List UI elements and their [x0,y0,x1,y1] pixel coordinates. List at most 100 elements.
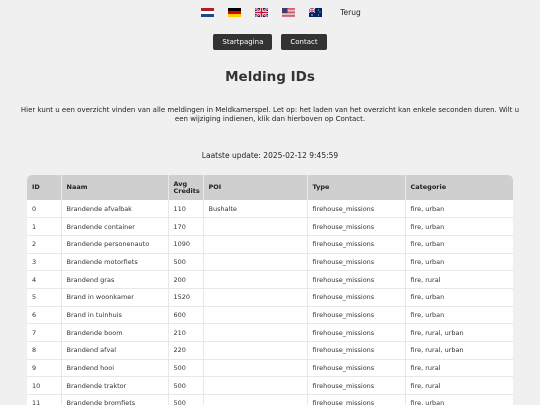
cell-name: Brandende bromfiets [61,394,169,405]
cell-type: firehouse_missions [307,306,406,325]
cell-name: Brand in tuinhuis [61,306,169,325]
cell-id: 1 [27,217,62,236]
cell-category: fire, urban [405,235,513,254]
us-flag-icon[interactable] [282,8,296,17]
cell-avg-credits: 1520 [168,288,204,307]
intro-text: Hier kunt u een overzicht vinden van all… [20,106,520,123]
cell-id: 5 [27,288,62,307]
cell-type: firehouse_missions [307,376,406,396]
cell-category: fire, rural, urban [405,341,513,360]
cell-name: Brandend afval [61,341,169,360]
cell-poi [203,394,308,405]
home-button[interactable]: Startpagina [213,34,273,50]
cell-avg-credits: 600 [168,306,204,325]
header-name[interactable]: Naam [61,175,169,200]
nl-flag-icon[interactable] [201,8,215,17]
cell-type: firehouse_missions [307,235,406,254]
missions-table-wrapper: ID Naam Avg Credits POI Type Categorie 0… [27,175,513,405]
cell-avg-credits: 170 [168,217,204,236]
cell-type: firehouse_missions [307,323,406,342]
de-flag-icon[interactable] [228,8,242,17]
back-link[interactable]: Terug [340,8,361,17]
cell-poi [203,341,308,360]
cell-poi [203,217,308,236]
header-category[interactable]: Categorie [405,175,513,200]
last-update-text: Laatste update: 2025-02-12 9:45:59 [201,151,339,160]
cell-id: 0 [27,200,62,219]
cell-type: firehouse_missions [307,394,406,405]
cell-poi [203,235,308,254]
cell-id: 6 [27,306,62,325]
table-body: 0 Brandende afvalbak 110 Bushalte firehouse_… [27,200,513,405]
table-row: 2 Brandende personenauto 1090 firehouse_mis… [27,235,513,254]
table-row: 7 Brandende boom 210 firehouse_missions fire… [27,323,513,342]
cell-type: firehouse_missions [307,253,406,272]
cell-type: firehouse_missions [307,341,406,360]
table-row: 4 Brandend gras 200 firehouse_missions fire,… [27,270,513,289]
cell-name: Brandende traktor [61,376,169,396]
cell-id: 8 [27,341,62,360]
page-title: Melding IDs [225,69,315,85]
header-id[interactable]: ID [27,175,62,200]
cell-avg-credits: 210 [168,323,204,342]
table-row: 0 Brandende afvalbak 110 Bushalte firehouse_… [27,200,513,219]
cell-category: fire, rural [405,270,513,289]
cell-poi [203,359,308,378]
cell-poi [203,270,308,289]
language-bar: Terug [0,8,540,17]
cell-poi [203,323,308,342]
cell-avg-credits: 200 [168,270,204,289]
cell-avg-credits: 220 [168,341,204,360]
cell-type: firehouse_missions [307,359,406,378]
cell-name: Brandend gras [61,270,169,289]
cell-id: 9 [27,359,62,378]
cell-type: firehouse_missions [307,200,406,219]
cell-id: 7 [27,323,62,342]
cell-category: fire, urban [405,306,513,325]
cell-name: Brandende container [61,217,169,236]
cell-avg-credits: 500 [168,394,204,405]
header-poi[interactable]: POI [203,175,308,200]
cell-avg-credits: 500 [168,376,204,396]
cell-id: 10 [27,376,62,396]
cell-type: firehouse_missions [307,217,406,236]
cell-poi [203,288,308,307]
table-row: 1 Brandende container 170 firehouse_mission… [27,217,513,236]
table-row: 3 Brandende motorfiets 500 firehouse_missio… [27,253,513,272]
cell-avg-credits: 1090 [168,235,204,254]
cell-poi: Bushalte [203,200,308,219]
cell-type: firehouse_missions [307,270,406,289]
cell-category: fire, rural [405,376,513,396]
cell-name: Brandend hooi [61,359,169,378]
missions-table: ID Naam Avg Credits POI Type Categorie 0… [27,175,513,405]
cell-avg-credits: 110 [168,200,204,219]
cell-id: 3 [27,253,62,272]
cell-category: fire, urban [405,253,513,272]
cell-avg-credits: 500 [168,253,204,272]
table-row: 6 Brand in tuinhuis 600 firehouse_missions f… [27,306,513,325]
table-row: 11 Brandende bromfiets 500 firehouse_missio… [27,394,513,405]
cell-id: 2 [27,235,62,254]
table-row: 9 Brandend hooi 500 firehouse_missions fire,… [27,359,513,378]
cell-name: Brandende boom [61,323,169,342]
table-row: 10 Brandende traktor 500 firehouse_missions… [27,376,513,396]
cell-category: fire, rural, urban [405,323,513,342]
au-flag-icon[interactable] [309,8,323,17]
table-header-row: ID Naam Avg Credits POI Type Categorie [27,175,513,200]
cell-name: Brandende personenauto [61,235,169,254]
cell-name: Brandende motorfiets [61,253,169,272]
table-row: 5 Brand in woonkamer 1520 firehouse_mission… [27,288,513,307]
contact-button[interactable]: Contact [281,34,327,50]
cell-poi [203,253,308,272]
cell-avg-credits: 500 [168,359,204,378]
cell-poi [203,376,308,396]
nav-buttons: Startpagina Contact [0,34,540,50]
cell-name: Brand in woonkamer [61,288,169,307]
header-type[interactable]: Type [307,175,406,200]
cell-id: 11 [27,394,62,405]
cell-category: fire, rural [405,359,513,378]
header-avg-credits[interactable]: Avg Credits [168,175,204,200]
cell-poi [203,306,308,325]
gb-flag-icon[interactable] [255,8,269,17]
cell-type: firehouse_missions [307,288,406,307]
